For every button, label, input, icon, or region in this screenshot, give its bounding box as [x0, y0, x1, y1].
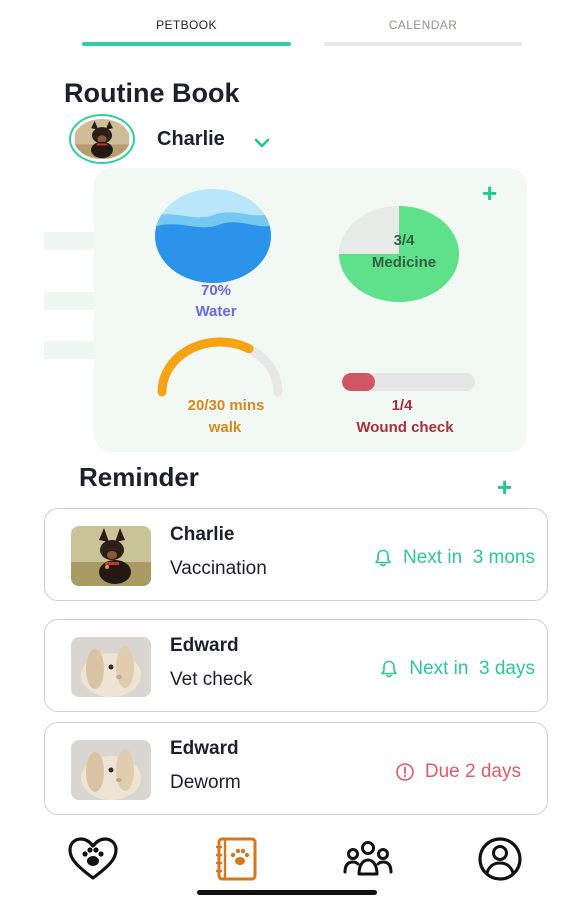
- profile-icon[interactable]: [474, 836, 526, 882]
- reminder-status: Next in 3 mons: [373, 547, 535, 569]
- walk-value: 20/30 mins: [187, 397, 265, 414]
- info-icon: [396, 763, 414, 781]
- reminder-task: Deworm: [170, 772, 241, 793]
- reminder-title: Reminder: [79, 462, 199, 492]
- rabbit-photo: [71, 740, 151, 800]
- card-stack-edge: [44, 341, 99, 359]
- tab-petbook[interactable]: PETBOOK: [82, 0, 291, 48]
- reminder-item[interactable]: Charlie Vaccination Next in 3 mons: [44, 508, 548, 601]
- bell-icon: [381, 660, 398, 678]
- card-stack-edge: [44, 292, 99, 310]
- home-indicator: [197, 890, 377, 895]
- reminder-status: Due 2 days: [395, 761, 521, 783]
- reminder-item[interactable]: Edward Vet check Next in 3 days: [44, 619, 548, 712]
- reminder-task: Vaccination: [170, 558, 267, 579]
- pet-avatar[interactable]: [69, 114, 135, 164]
- dog-photo: [71, 526, 151, 586]
- add-routine-button[interactable]: +: [482, 180, 497, 206]
- wound-check-progress[interactable]: [342, 373, 475, 391]
- tab-calendar-indicator: [324, 42, 522, 46]
- reminder-task: Vet check: [170, 669, 253, 690]
- petbook-icon[interactable]: [211, 836, 263, 882]
- reminder-status-text: Next in 3 mons: [403, 547, 535, 568]
- community-icon[interactable]: [342, 836, 394, 882]
- reminder-status-text: Due 2 days: [424, 761, 521, 782]
- rabbit-photo: [71, 637, 151, 697]
- walk-gauge[interactable]: [154, 336, 286, 398]
- reminder-pet-name: Edward: [170, 635, 239, 656]
- add-reminder-button[interactable]: +: [497, 474, 512, 500]
- wound-check-label: Wound check: [356, 419, 454, 436]
- reminder-status: Next in 3 days: [379, 658, 535, 680]
- walk-label: walk: [208, 419, 242, 436]
- water-value: 70%: [200, 282, 232, 299]
- reminder-pet-name: Edward: [170, 738, 239, 759]
- water-label: Water: [195, 303, 237, 320]
- wound-check-progress-fill: [342, 373, 376, 391]
- reminder-item[interactable]: Edward Deworm Due 2 days: [44, 722, 548, 815]
- heart-paw-icon[interactable]: [67, 836, 119, 882]
- medicine-label: Medicine: [371, 254, 437, 271]
- chevron-down-icon[interactable]: [251, 134, 273, 150]
- reminder-pet-name: Charlie: [170, 524, 235, 545]
- reminder-status-text: Next in 3 days: [409, 658, 535, 679]
- bell-icon: [375, 549, 391, 567]
- tab-petbook-indicator: [82, 42, 291, 46]
- medicine-value: 3/4: [393, 232, 415, 249]
- pet-name-selector[interactable]: Charlie: [157, 128, 225, 151]
- tab-petbook-label: PETBOOK: [156, 18, 217, 32]
- tab-calendar-label: CALENDAR: [388, 18, 458, 32]
- dog-photo: [74, 119, 130, 159]
- routine-book-title: Routine Book: [64, 78, 240, 108]
- card-stack-edge: [44, 232, 99, 250]
- water-gauge[interactable]: [154, 188, 272, 284]
- wound-check-value: 1/4: [391, 397, 413, 414]
- tab-calendar[interactable]: CALENDAR: [324, 0, 522, 48]
